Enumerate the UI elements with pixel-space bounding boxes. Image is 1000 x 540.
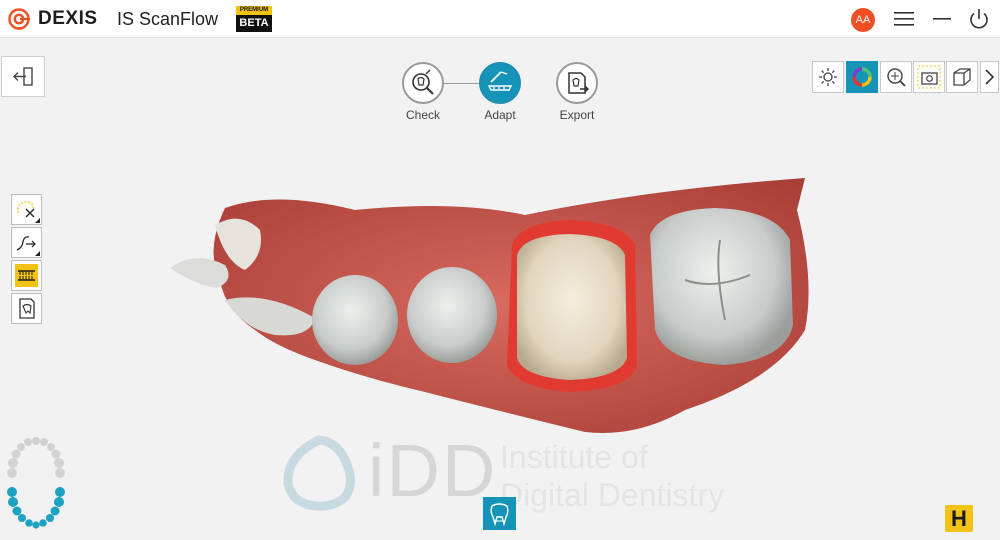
dental-arch-navigator[interactable] (6, 435, 66, 531)
beta-label: BETA (239, 17, 269, 29)
idd-logo-icon (283, 435, 355, 511)
tooth-premolar-1 (312, 275, 398, 365)
brightness-button[interactable] (812, 61, 844, 93)
tooth-report-button[interactable] (11, 293, 42, 324)
snapshot-icon (917, 65, 941, 89)
power-icon[interactable] (967, 8, 991, 30)
exit-icon (13, 67, 33, 86)
margin-line-button[interactable] (11, 227, 42, 258)
export-icon (568, 72, 589, 94)
step-export-label: Export (559, 108, 595, 122)
submenu-indicator (35, 218, 40, 223)
tooth-molar (650, 208, 793, 365)
submenu-indicator (35, 251, 40, 256)
step-check-label: Check (405, 108, 440, 122)
tooth-report-icon (19, 298, 35, 319)
snapshot-button[interactable] (913, 61, 945, 93)
3d-view-button[interactable] (946, 61, 978, 93)
scan-fragment (170, 258, 229, 288)
back-button[interactable] (1, 56, 45, 97)
tooth-premolar-2 (407, 267, 497, 363)
zoom-button[interactable] (880, 61, 912, 93)
step-adapt-label: Adapt (484, 108, 516, 122)
watermark-idd: iDD (368, 429, 498, 512)
watermark-institute: Institute of Digital Dentistry (500, 438, 724, 514)
premium-label: PREMIUM (236, 6, 272, 15)
step-adapt[interactable]: Adapt (465, 62, 535, 122)
upper-arch[interactable] (7, 437, 65, 478)
tooth-check-icon (412, 69, 434, 95)
intraoral-scan-model[interactable] (165, 170, 815, 445)
trim-tool-button[interactable] (11, 194, 42, 225)
color-button[interactable] (846, 61, 878, 93)
toolbar-expand-button[interactable] (980, 61, 999, 93)
adapt-icon (487, 71, 513, 91)
watermark-line2: Digital Dentistry (500, 477, 725, 513)
zoom-icon (887, 68, 906, 87)
user-avatar[interactable]: AA (851, 8, 875, 32)
brand-name: DEXIS (38, 8, 98, 29)
menu-icon[interactable] (892, 8, 916, 30)
chevron-right-icon (985, 69, 995, 85)
watermark-line1: Institute of (500, 439, 648, 475)
step-check[interactable]: Check (388, 62, 458, 122)
h-badge: H (945, 505, 973, 532)
step-adapt-circle[interactable] (479, 62, 521, 104)
beta-badge: PREMIUM BETA (236, 6, 272, 32)
color-wheel-icon (852, 67, 872, 87)
brightness-icon (819, 68, 837, 86)
top-bar: DEXIS IS ScanFlow PREMIUM BETA AA (0, 0, 1000, 38)
dexis-logo-icon (8, 8, 30, 30)
lower-arch[interactable] (7, 487, 65, 529)
step-check-circle[interactable] (402, 62, 444, 104)
step-export-circle[interactable] (556, 62, 598, 104)
bite-view-button[interactable] (11, 260, 42, 291)
step-export[interactable]: Export (542, 62, 612, 122)
tooth-icon (490, 503, 509, 527)
prepared-tooth (517, 234, 627, 380)
3d-view-icon (953, 68, 971, 86)
bite-view-icon (15, 264, 38, 287)
minimize-icon[interactable] (930, 8, 954, 30)
tooth-options-button[interactable] (483, 497, 516, 530)
product-name: IS ScanFlow (117, 9, 219, 29)
